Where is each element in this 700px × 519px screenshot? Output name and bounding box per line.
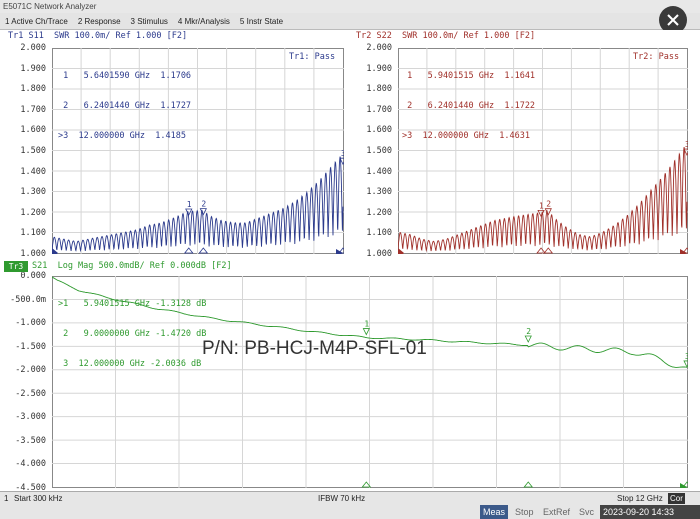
tr2-marker-2: 2 6.2401440 GHz 1.1722 <box>402 101 536 111</box>
tr3-badge[interactable]: Tr3 <box>4 261 28 272</box>
correction-badge: Cor <box>668 493 685 504</box>
tr1-pass: Tr1: Pass <box>289 52 336 62</box>
marker-label-2: 2 <box>201 200 206 209</box>
tr2-yt-tick: 1.600 <box>366 125 392 136</box>
tr3-marker-2: 2 9.0000000 GHz -1.4720 dB <box>58 329 207 339</box>
tr2-marker-1: 1 5.9401515 GHz 1.1641 <box>402 71 536 81</box>
tr1-marker-3: >3 12.000000 GHz 1.4185 <box>58 131 186 141</box>
status-bar: 1 Start 300 kHz IFBW 70 kHz Stop 12 GHz … <box>0 491 700 505</box>
datetime: 2023-09-20 14:33 <box>600 505 700 519</box>
stop-indicator[interactable]: Stop <box>512 505 537 519</box>
tr1-marker-2: 2 6.2401440 GHz 1.1727 <box>58 101 192 111</box>
tr2-yt-tick: 1.300 <box>366 187 392 198</box>
menu-instr-state[interactable]: 5 Instr State <box>239 17 284 26</box>
tr3-yt-tick: -1.500 <box>15 341 46 352</box>
tr3-yt-tick: -3.000 <box>15 412 46 423</box>
tr1-yt-tick: 1.900 <box>20 63 46 74</box>
tr3-yt-tick: -500.0m <box>10 294 46 305</box>
marker-label-1: 1 <box>539 201 544 210</box>
channel-number: 1 <box>4 494 9 503</box>
tr3-marker-table: >1 5.9401515 GHz -1.3128 dB 2 9.0000000 … <box>58 279 206 389</box>
tr3-marker-1: >1 5.9401515 GHz -1.3128 dB <box>58 299 207 309</box>
marker-label-2: 2 <box>526 327 531 336</box>
start-frequency[interactable]: Start 300 kHz <box>14 492 62 505</box>
tr3-yt-tick: -2.500 <box>15 388 46 399</box>
extref-indicator[interactable]: ExtRef <box>540 505 573 519</box>
menu-mkr-analysis[interactable]: 4 Mkr/Analysis <box>177 17 231 26</box>
close-icon <box>667 14 679 26</box>
tr2-marker-3: >3 12.000000 GHz 1.4631 <box>402 131 530 141</box>
tr1-yt-tick: 2.000 <box>20 43 46 53</box>
marker-label-2: 2 <box>546 200 551 209</box>
tr3-yt-tick: -2.000 <box>15 365 46 376</box>
ifbw[interactable]: IFBW 70 kHz <box>318 492 365 505</box>
tr1-yt-tick: 1.200 <box>20 207 46 218</box>
tr2-yt-tick: 2.000 <box>366 43 392 53</box>
tr2-marker-table: 1 5.9401515 GHz 1.1641 2 6.2401440 GHz 1… <box>402 51 535 161</box>
tr2-yt-tick: 1.900 <box>366 63 392 74</box>
tr2-pass: Tr2: Pass <box>633 52 680 62</box>
tr2-yt-tick: 1.000 <box>366 249 392 259</box>
marker-label-1: 1 <box>364 320 369 329</box>
meas-indicator[interactable]: Meas <box>480 505 509 519</box>
part-number: P/N: PB-HCJ-M4P-SFL-01 <box>202 338 427 359</box>
tr2-yt-tick: 1.700 <box>366 104 392 115</box>
stop-frequency[interactable]: Stop 12 GHz <box>617 492 663 505</box>
tr3-yt-tick: -3.500 <box>15 435 46 446</box>
tr1-yt-tick: 1.300 <box>20 187 46 198</box>
tr1-yt-tick: 1.100 <box>20 228 46 239</box>
marker-label-1: 1 <box>187 200 192 209</box>
tr1-yt-tick: 1.700 <box>20 104 46 115</box>
tr3-header[interactable]: S21 Log Mag 500.0mdB/ Ref 0.000dB [F2] <box>32 261 232 271</box>
marker-label-3: 3 <box>685 352 688 361</box>
tr1-marker-table: 1 5.6401590 GHz 1.1706 2 6.2401440 GHz 1… <box>58 51 191 161</box>
tr1-yt-tick: 1.800 <box>20 84 46 95</box>
menu-stimulus[interactable]: 3 Stimulus <box>130 17 169 26</box>
tr3-yt-tick: 0.000 <box>20 271 46 281</box>
bottom-bar: Meas Stop ExtRef Svc 2023-09-20 14:33 <box>0 505 700 519</box>
menu-active-ch-trace[interactable]: 1 Active Ch/Trace <box>4 17 69 26</box>
tr1-marker-1: 1 5.6401590 GHz 1.1706 <box>58 71 192 81</box>
tr2-yt-tick: 1.400 <box>366 166 392 177</box>
tr2-yt-tick: 1.100 <box>366 228 392 239</box>
tr2-yt-tick: 1.200 <box>366 207 392 218</box>
tr3-yt-tick: -4.000 <box>15 459 46 470</box>
tr1-yt-tick: 1.600 <box>20 125 46 136</box>
display-area: Tr1 S11 SWR 100.0m/ Ref 1.000 [F2] Tr2 S… <box>0 30 700 493</box>
tr3-yt-tick: -1.000 <box>15 318 46 329</box>
menu-bar: 1 Active Ch/Trace 2 Response 3 Stimulus … <box>0 13 700 30</box>
tr2-yt-tick: 1.500 <box>366 146 392 156</box>
marker-label-3: 3 <box>341 149 344 158</box>
tr1-yt-tick: 1.500 <box>20 146 46 156</box>
tr1-yt-tick: 1.400 <box>20 166 46 177</box>
tr2-yt-tick: 1.800 <box>366 84 392 95</box>
tr1-header[interactable]: Tr1 S11 SWR 100.0m/ Ref 1.000 [F2] <box>8 31 187 41</box>
marker-label-3: 3 <box>685 140 688 149</box>
window-title: E5071C Network Analyzer <box>0 0 700 13</box>
menu-response[interactable]: 2 Response <box>77 17 122 26</box>
tr3-marker-3: 3 12.000000 GHz -2.0036 dB <box>58 359 202 369</box>
svc-indicator[interactable]: Svc <box>576 505 597 519</box>
tr1-yt-tick: 1.000 <box>20 249 46 259</box>
tr2-header[interactable]: Tr2 S22 SWR 100.0m/ Ref 1.000 [F2] <box>356 31 535 41</box>
